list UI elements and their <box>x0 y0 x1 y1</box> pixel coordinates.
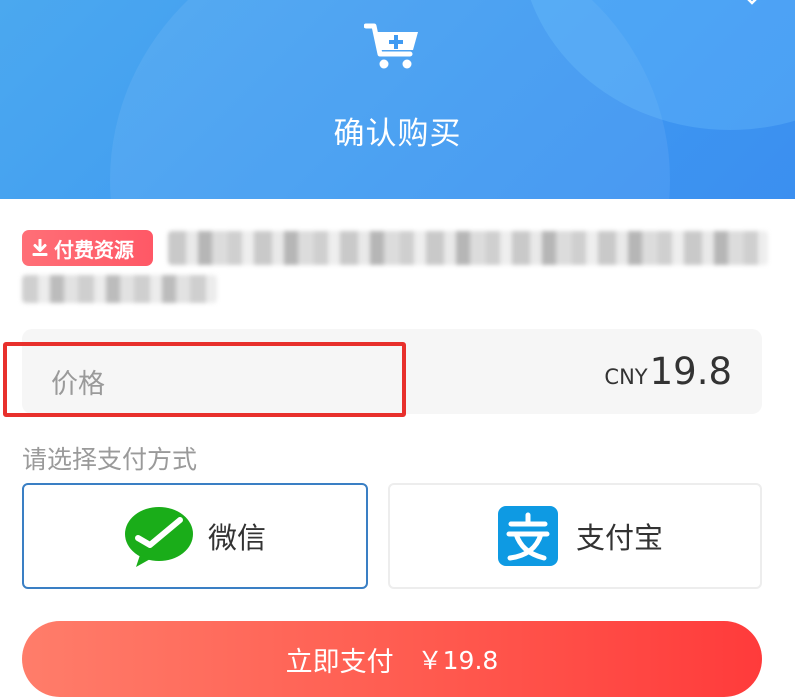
alipay-label: 支付宝 <box>576 521 664 555</box>
download-icon <box>32 239 48 256</box>
badge-label: 付费资源 <box>54 237 134 262</box>
pay-now-amount: ￥19.8 <box>417 646 499 675</box>
cart-plus-icon <box>364 23 418 69</box>
payment-method-label: 请选择支付方式 <box>22 445 198 474</box>
price-value: CNY 19.8 <box>604 350 732 393</box>
price-currency: CNY <box>604 365 648 389</box>
highlight-box <box>3 342 406 417</box>
blurred-resource-title <box>22 275 217 303</box>
blurred-resource-title <box>168 231 768 265</box>
payment-option-wechat[interactable]: 微信 <box>22 483 368 589</box>
dialog-header: 确认购买 <box>0 0 795 199</box>
price-amount: 19.8 <box>649 350 732 393</box>
dialog-title: 确认购买 <box>333 116 462 152</box>
wechat-label: 微信 <box>208 521 267 555</box>
paid-resource-badge: 付费资源 <box>22 230 153 266</box>
pay-now-button[interactable]: 立即支付 ￥19.8 <box>22 621 762 697</box>
wechat-icon <box>125 507 193 567</box>
close-icon[interactable] <box>736 0 768 14</box>
payment-option-alipay[interactable]: 支付宝 <box>388 483 762 589</box>
alipay-icon <box>498 506 558 566</box>
pay-now-label: 立即支付 <box>285 646 394 678</box>
